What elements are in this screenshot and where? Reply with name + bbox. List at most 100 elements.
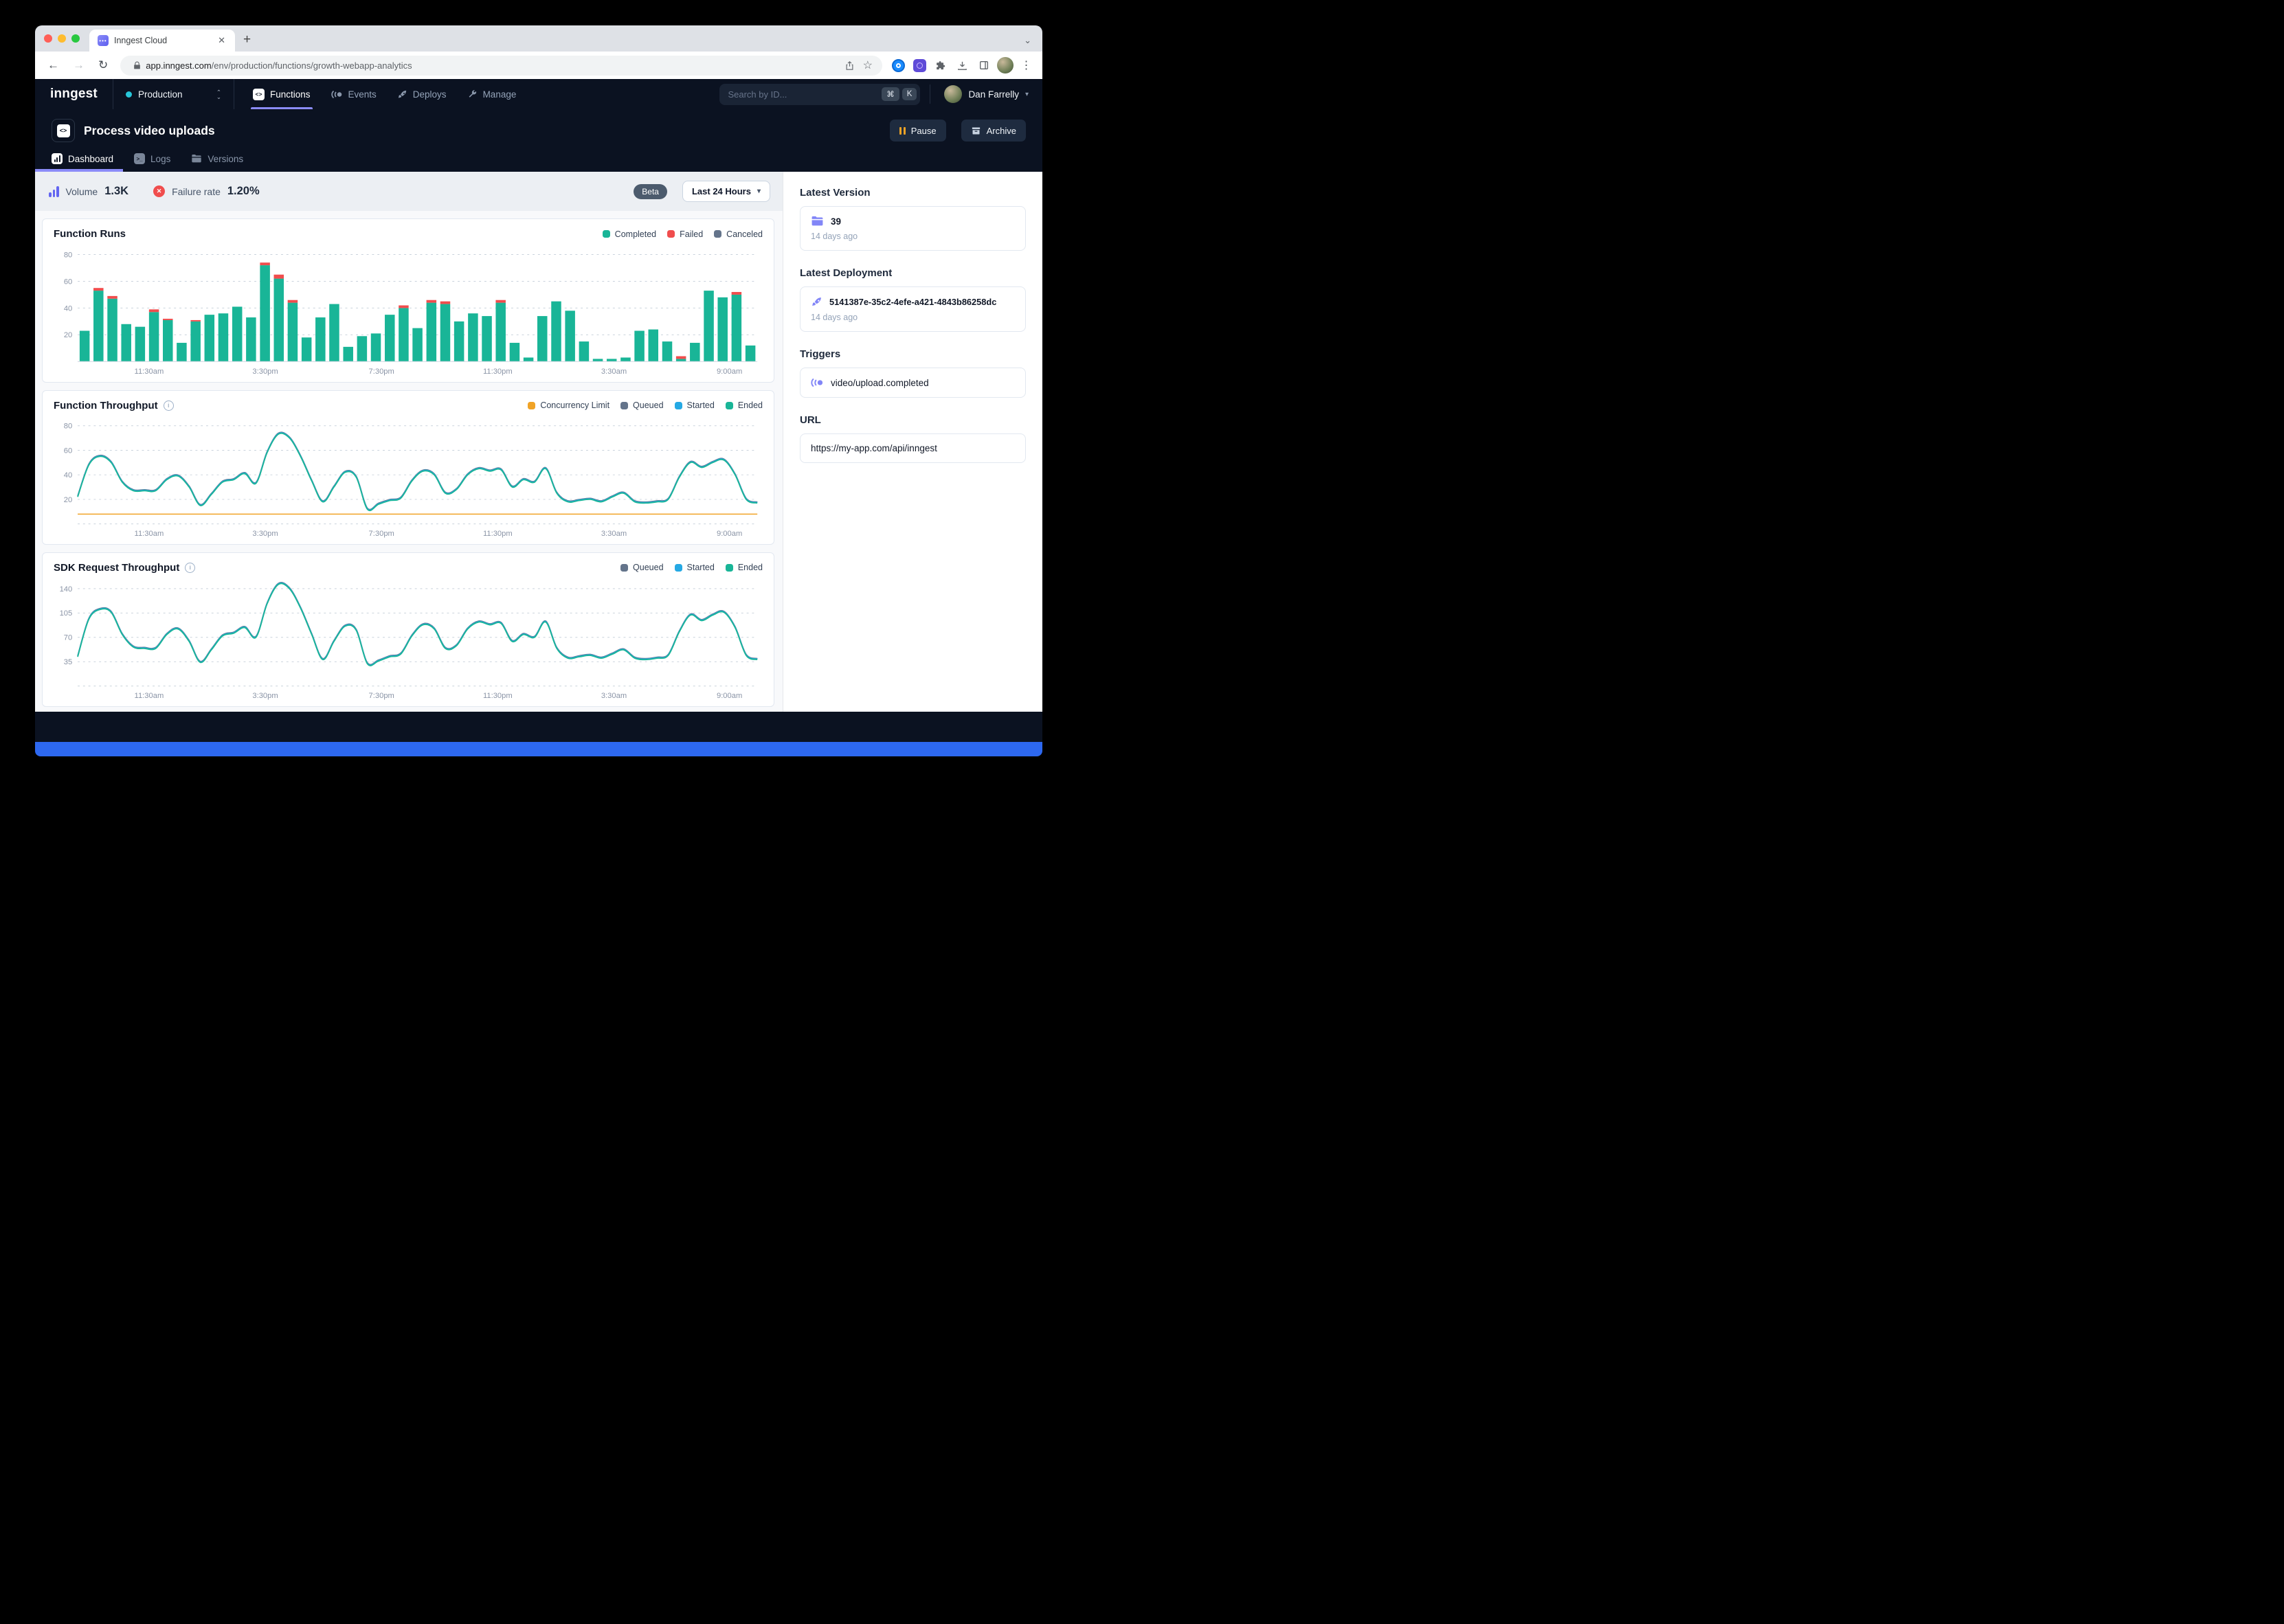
forward-button[interactable]: → (67, 57, 90, 74)
tab-dashboard[interactable]: Dashboard (52, 153, 113, 172)
chart-title: Function Throughput (54, 400, 158, 411)
zoom-window-button[interactable] (71, 34, 80, 43)
new-tab-button[interactable]: + (235, 32, 260, 52)
failed-swatch (667, 230, 675, 238)
pause-button[interactable]: Pause (890, 120, 945, 142)
legend-canceled: Canceled (714, 229, 763, 239)
search-placeholder: Search by ID... (728, 89, 879, 100)
svg-text:11:30pm: 11:30pm (483, 530, 513, 538)
share-icon[interactable] (840, 60, 859, 71)
tab-logs[interactable]: >_ Logs (134, 153, 170, 172)
function-runs-bar-chart: 2040608011:30am3:30pm7:30pm11:30pm3:30am… (54, 243, 763, 378)
environment-status-dot (126, 91, 132, 98)
charts-area: Function Runs Completed Failed Canceled … (35, 211, 783, 712)
download-icon[interactable] (953, 56, 972, 75)
tab-close-icon[interactable]: ✕ (215, 34, 228, 47)
back-button[interactable]: ← (42, 57, 65, 74)
main-column: Volume 1.3K ✕ Failure rate 1.20% Beta La… (35, 172, 783, 712)
events-icon (331, 89, 343, 100)
user-avatar (944, 85, 962, 103)
latest-deployment-value: 5141387e-35c2-4efe-a421-4843b86258dc (829, 297, 996, 307)
svg-text:11:30am: 11:30am (135, 368, 164, 376)
close-window-button[interactable] (44, 34, 52, 43)
svg-text:3:30pm: 3:30pm (252, 368, 278, 376)
svg-text:35: 35 (64, 658, 72, 666)
address-bar[interactable]: app.inngest.com/env/production/functions… (120, 56, 882, 76)
svg-text:80: 80 (64, 251, 72, 259)
chart-title: Function Runs (54, 228, 126, 240)
lock-icon (128, 61, 146, 70)
svg-text:40: 40 (64, 304, 72, 313)
started-swatch (675, 402, 682, 409)
nav-item-events[interactable]: Events (322, 79, 385, 109)
tab-versions[interactable]: Versions (191, 153, 243, 172)
inngest-logo[interactable]: inngest (35, 79, 113, 109)
chart-title: SDK Request Throughput (54, 562, 179, 574)
browser-tab[interactable]: ••• Inngest Cloud ✕ (89, 30, 235, 52)
wrench-icon (467, 89, 478, 100)
chart-legend: Completed Failed Canceled (603, 229, 763, 239)
sdk-throughput-line-chart: 357010514011:30am3:30pm7:30pm11:30pm3:30… (54, 576, 763, 702)
legend-queued: Queued (620, 563, 663, 572)
chart-legend: Queued Started Ended (620, 563, 763, 572)
primary-nav: <> Functions Events Deploys Manage (234, 79, 525, 109)
url-text: app.inngest.com/env/production/functions… (146, 60, 840, 71)
queued-swatch (620, 564, 628, 572)
legend-started: Started (675, 401, 715, 410)
svg-text:9:00am: 9:00am (717, 692, 742, 700)
function-throughput-card: Function Throughput i Concurrency Limit … (42, 390, 774, 545)
function-throughput-line-chart: 2040608011:30am3:30pm7:30pm11:30pm3:30am… (54, 414, 763, 540)
onepassword-extension-icon[interactable] (889, 56, 908, 75)
page-title: Process video uploads (84, 124, 875, 138)
svg-text:3:30am: 3:30am (601, 368, 627, 376)
svg-text:11:30am: 11:30am (135, 692, 164, 700)
svg-text:60: 60 (64, 447, 72, 455)
user-menu[interactable]: Dan Farrelly ▾ (930, 79, 1042, 109)
latest-version-heading: Latest Version (800, 187, 1026, 199)
nav-item-deploys[interactable]: Deploys (388, 79, 456, 109)
browser-window: ••• Inngest Cloud ✕ + ⌄ ← → ↻ app.innges… (35, 25, 1042, 756)
user-name: Dan Farrelly (968, 89, 1019, 100)
browser-menu-icon[interactable]: ⋮ (1017, 56, 1035, 75)
environment-selector[interactable]: Production ⌃⌄ (113, 79, 234, 109)
latest-version-value: 39 (831, 216, 841, 227)
latest-deployment-heading: Latest Deployment (800, 267, 1026, 279)
browser-profile-avatar[interactable] (996, 56, 1014, 75)
svg-text:80: 80 (64, 422, 72, 430)
started-swatch (675, 564, 682, 572)
search-input[interactable]: Search by ID... ⌘ K (719, 84, 920, 105)
chevron-down-icon: ▾ (1025, 91, 1029, 98)
minimize-window-button[interactable] (58, 34, 66, 43)
tab-search-chevron-icon[interactable]: ⌄ (1024, 35, 1031, 46)
bookmark-star-icon[interactable]: ☆ (859, 58, 877, 72)
nav-item-manage[interactable]: Manage (458, 79, 526, 109)
browser-toolbar: ← → ↻ app.inngest.com/env/production/fun… (35, 52, 1042, 79)
archive-button[interactable]: Archive (961, 120, 1026, 142)
purple-extension-icon[interactable] (910, 56, 929, 75)
legend-ended: Ended (726, 401, 763, 410)
latest-deployment-card[interactable]: 5141387e-35c2-4efe-a421-4843b86258dc 14 … (800, 286, 1026, 332)
url-card[interactable]: https://my-app.com/api/inngest (800, 433, 1026, 463)
page-content: Volume 1.3K ✕ Failure rate 1.20% Beta La… (35, 172, 1042, 712)
extensions-puzzle-icon[interactable] (932, 56, 950, 75)
reload-button[interactable]: ↻ (93, 57, 113, 74)
url-domain: app.inngest.com (146, 60, 211, 71)
rocket-icon (811, 296, 822, 308)
event-trigger-icon (811, 377, 824, 388)
nav-item-functions[interactable]: <> Functions (244, 79, 320, 109)
window-controls (35, 25, 89, 52)
rocket-icon (397, 89, 407, 100)
cmd-key-badge: ⌘ (882, 87, 899, 101)
time-range-dropdown[interactable]: Last 24 Hours ▾ (682, 181, 770, 202)
environment-chevrons-icon: ⌃⌄ (216, 90, 221, 99)
info-icon[interactable]: i (185, 563, 195, 573)
bottom-dark-band (35, 712, 1042, 742)
ended-swatch (726, 564, 733, 572)
sidebar-panel-icon[interactable] (974, 56, 993, 75)
svg-text:3:30pm: 3:30pm (252, 692, 278, 700)
queued-swatch (620, 402, 628, 409)
info-icon[interactable]: i (164, 401, 174, 411)
svg-text:11:30pm: 11:30pm (483, 368, 513, 376)
svg-text:140: 140 (60, 585, 73, 593)
triggers-card[interactable]: video/upload.completed (800, 368, 1026, 398)
